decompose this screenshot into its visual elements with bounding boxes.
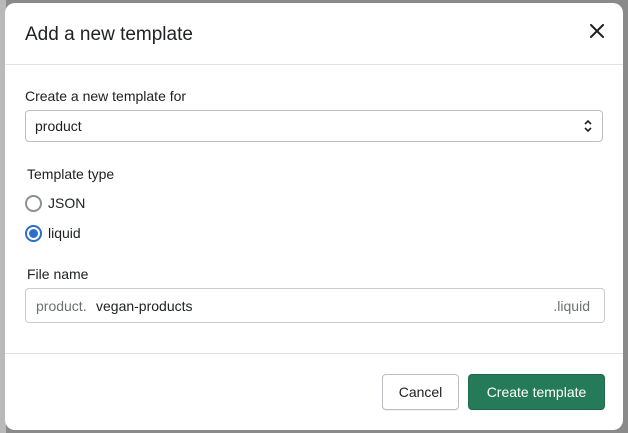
template-type-label: Template type xyxy=(27,166,115,182)
modal-header: Add a new template xyxy=(5,3,623,65)
close-button[interactable] xyxy=(585,19,609,43)
create-template-button[interactable]: Create template xyxy=(468,374,605,410)
radio-json[interactable] xyxy=(25,194,42,212)
add-template-modal: Add a new template Create a new template… xyxy=(5,3,623,430)
file-name-input[interactable]: product. vegan-products .liquid xyxy=(25,288,605,323)
radio-option-json[interactable]: JSON xyxy=(25,193,85,213)
template-for-select[interactable]: product xyxy=(25,110,603,142)
footer-divider xyxy=(5,353,623,354)
radio-option-liquid[interactable]: liquid xyxy=(25,223,81,243)
modal-title: Add a new template xyxy=(25,24,193,45)
file-name-value[interactable]: vegan-products xyxy=(96,298,193,314)
file-name-suffix: .liquid xyxy=(553,298,590,314)
file-name-label: File name xyxy=(27,266,89,282)
radio-liquid[interactable] xyxy=(25,224,42,242)
file-name-prefix: product. xyxy=(36,298,87,314)
close-icon xyxy=(590,24,604,38)
template-for-label: Create a new template for xyxy=(25,88,187,104)
select-arrows-icon xyxy=(584,119,592,133)
radio-json-label: JSON xyxy=(48,195,86,211)
radio-liquid-label: liquid xyxy=(48,225,81,241)
cancel-button[interactable]: Cancel xyxy=(382,374,459,410)
template-for-selected-value: product xyxy=(35,118,82,134)
